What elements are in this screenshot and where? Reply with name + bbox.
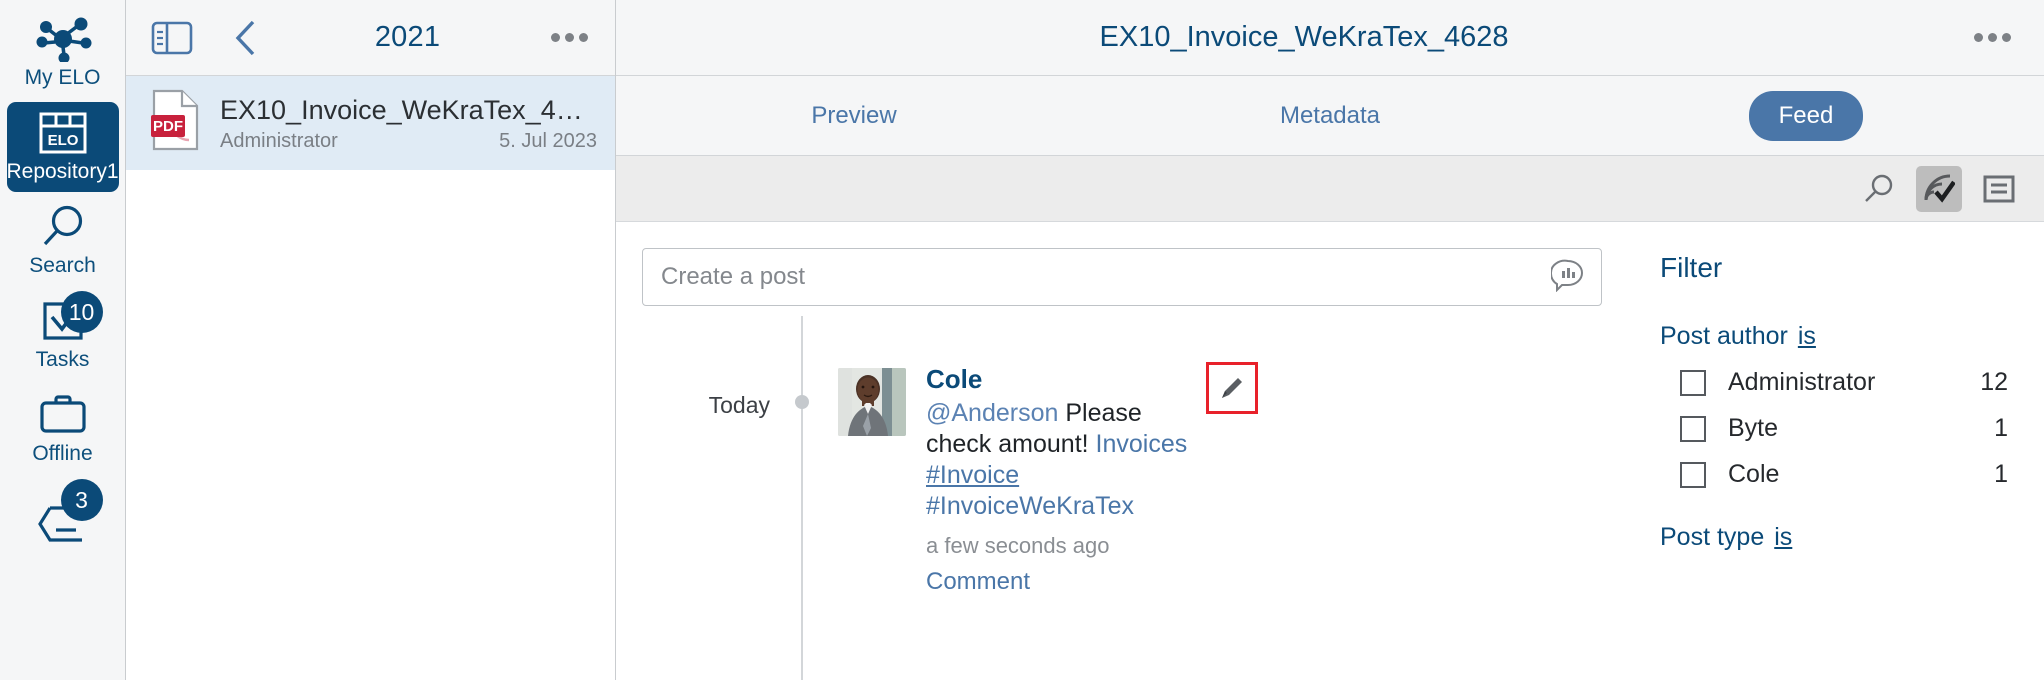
sidebar-item-label: Search	[29, 253, 96, 277]
avatar	[838, 368, 906, 436]
timeline-line	[801, 316, 803, 680]
filter-group-name: Post author	[1660, 322, 1788, 350]
filter-option-label: Byte	[1728, 414, 1779, 442]
filter-group-header: Post author is	[1660, 322, 2044, 351]
post-hashtag-invoicewekratex[interactable]: #InvoiceWeKraTex	[926, 492, 1134, 520]
list-panel-header: 2021	[126, 0, 615, 76]
post-content: Cole @Anderson Please check amount! Invo…	[926, 344, 1194, 598]
elo-archive-icon: ELO	[39, 110, 87, 156]
tab-label: Metadata	[1279, 101, 1381, 129]
post-comment-button[interactable]: Comment	[926, 566, 1194, 598]
filter-panel: Filter Post author is Administrator 12 By…	[1630, 222, 2044, 680]
sidebar-item-label: Repository1	[6, 159, 119, 183]
filter-option-cole[interactable]: Cole 1	[1660, 460, 2044, 489]
sidebar-toggle-icon[interactable]	[146, 12, 198, 64]
filter-option-administrator[interactable]: Administrator 12	[1660, 368, 2044, 397]
filter-group-name: Post type	[1660, 523, 1765, 551]
filter-group-post-author: Post author is Administrator 12 Byte 1 C…	[1660, 322, 2044, 489]
more-options-icon[interactable]	[1966, 12, 2018, 64]
list-item-date: 5. Jul 2023	[499, 129, 597, 152]
post-timestamp: a few seconds ago	[926, 533, 1110, 558]
tab-feed[interactable]: Feed	[1568, 90, 2044, 141]
sidebar-item-repository1[interactable]: ELO Repository1	[6, 102, 119, 192]
detail-panel-header: EX10_Invoice_WeKraTex_4628	[616, 0, 2044, 76]
list-panel-title: 2021	[374, 21, 441, 53]
sidebar-item-label: Offline	[32, 441, 93, 465]
svg-text:ELO: ELO	[47, 132, 78, 149]
post-mention[interactable]: @Anderson	[926, 399, 1058, 427]
post-author: Cole	[926, 364, 983, 394]
tab-preview[interactable]: Preview	[616, 102, 1092, 130]
svg-text:PDF: PDF	[153, 118, 183, 135]
timeline-day-label: Today	[708, 392, 770, 418]
more-options-icon[interactable]	[543, 12, 595, 64]
filter-group-header: Post type is	[1660, 523, 2044, 552]
filter-option-count: 12	[1980, 368, 2008, 396]
clipboard-badge: 3	[60, 479, 103, 521]
tasks-badge: 10	[60, 291, 103, 333]
detail-body: Create a post Today Cole @Anderson Pleas…	[616, 222, 2044, 680]
sidebar-item-offline[interactable]: Offline	[7, 384, 119, 474]
app-root: My ELO ELO Repository1 Search 10 Tasks O…	[0, 0, 2044, 680]
magnifier-icon	[39, 204, 87, 250]
pdf-file-icon: PDF	[150, 89, 206, 156]
create-post-placeholder: Create a post	[661, 263, 806, 290]
list-item-author: Administrator	[220, 129, 338, 152]
filter-group-operator[interactable]: is	[1798, 322, 1816, 350]
document-list-panel: 2021 PDF EX10_Invoice_WeKraTex_4628 Admi…	[125, 0, 615, 680]
timeline-dot	[795, 395, 809, 409]
filter-option-count: 1	[1994, 414, 2008, 442]
sidebar-item-clipboard[interactable]: 3	[7, 478, 119, 568]
checkbox[interactable]	[1680, 415, 1706, 442]
timeline-rail	[792, 316, 812, 680]
list-item-texts: EX10_Invoice_WeKraTex_4628 Administrator…	[220, 93, 597, 153]
tab-metadata[interactable]: Metadata	[1092, 102, 1568, 130]
post-hashtag-invoice[interactable]: #Invoice	[926, 461, 1019, 489]
feed-column: Create a post Today Cole @Anderson Pleas…	[616, 222, 1630, 680]
post-text: @Anderson Please check amount! Invoices …	[926, 398, 1194, 522]
create-post-input[interactable]: Create a post	[642, 248, 1602, 306]
filter-group-post-type: Post type is	[1660, 523, 2044, 552]
poll-bubble-icon[interactable]	[1549, 258, 1585, 297]
post-link[interactable]: Invoices	[1096, 430, 1188, 458]
filter-option-count: 1	[1994, 460, 2008, 488]
list-view-icon[interactable]	[1976, 166, 2022, 212]
sidebar-item-label: Tasks	[35, 347, 90, 371]
pencil-edit-icon[interactable]	[1206, 362, 1258, 414]
search-icon[interactable]	[1856, 166, 1902, 212]
filter-option-label: Cole	[1728, 460, 1780, 488]
filter-group-operator[interactable]: is	[1774, 523, 1792, 551]
briefcase-icon	[38, 392, 88, 438]
left-navigation-rail: My ELO ELO Repository1 Search 10 Tasks O…	[0, 0, 125, 680]
network-hub-icon	[34, 16, 92, 62]
feed-timeline: Today Cole @Anderson Please check amount…	[642, 316, 1602, 680]
detail-panel: EX10_Invoice_WeKraTex_4628 Preview Metad…	[615, 0, 2044, 680]
feed-check-icon[interactable]	[1916, 165, 1962, 212]
filter-option-label: Administrator	[1728, 368, 1876, 396]
filter-option-byte[interactable]: Byte 1	[1660, 414, 2044, 443]
list-item[interactable]: PDF EX10_Invoice_WeKraTex_4628 Administr…	[126, 76, 615, 170]
list-item-meta: Administrator 5. Jul 2023	[220, 130, 597, 153]
feed-post: Cole @Anderson Please check amount! Invo…	[812, 344, 1602, 598]
chevron-left-icon[interactable]	[220, 12, 272, 64]
tab-label: Preview	[811, 101, 897, 129]
detail-tabs: Preview Metadata Feed	[616, 76, 2044, 156]
filter-title: Filter	[1660, 252, 1723, 283]
sidebar-item-label: My ELO	[24, 65, 101, 89]
checkbox[interactable]	[1680, 369, 1706, 396]
sidebar-item-search[interactable]: Search	[7, 196, 119, 286]
tab-label: Feed	[1748, 90, 1864, 141]
sidebar-item-my-elo[interactable]: My ELO	[7, 8, 119, 98]
feed-toolbar	[616, 156, 2044, 222]
list-item-title: EX10_Invoice_WeKraTex_4628	[220, 94, 597, 125]
checkbox[interactable]	[1680, 461, 1706, 488]
sidebar-item-tasks[interactable]: 10 Tasks	[7, 290, 119, 380]
page-title: EX10_Invoice_WeKraTex_4628	[1099, 21, 1509, 53]
